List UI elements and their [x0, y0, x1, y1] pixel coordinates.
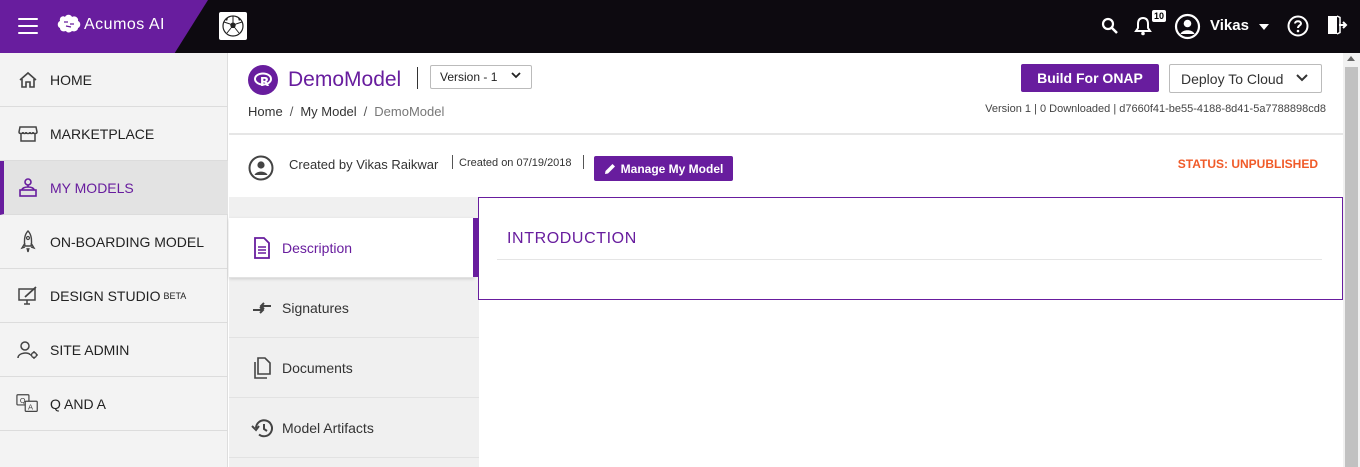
brain-logo-icon [57, 14, 81, 33]
breadcrumb: Home / My Model / DemoModel [248, 104, 445, 119]
created-by: Created by Vikas Raikwar [289, 157, 439, 172]
sidebar-item-home[interactable]: HOME [0, 53, 228, 107]
description-panel: INTRODUCTION [478, 197, 1343, 300]
admin-icon [16, 338, 40, 362]
title-divider [417, 67, 418, 89]
svg-text:R: R [260, 75, 269, 89]
build-for-onap-button[interactable]: Build For ONAP [1021, 64, 1159, 92]
model-meta: Version 1 | 0 Downloaded | d7660f41-be55… [985, 103, 1326, 115]
scroll-up-arrow-icon[interactable] [1347, 56, 1355, 61]
chevron-down-icon [511, 69, 521, 83]
document-icon [251, 236, 273, 259]
documents-icon [251, 356, 273, 379]
sidebar-item-label: MY MODELS [50, 179, 134, 196]
version-selected-label: Version - 1 [440, 70, 498, 84]
r-logo-icon: R [248, 65, 278, 95]
tab-model-artifacts[interactable]: Model Artifacts [229, 398, 479, 458]
page-title: DemoModel [288, 68, 402, 91]
tab-label: Documents [282, 359, 353, 376]
notification-badge: 10 [1152, 10, 1167, 22]
breadcrumb-my-model[interactable]: My Model [300, 104, 356, 119]
section-divider [497, 259, 1322, 260]
user-name[interactable]: Vikas [1210, 17, 1249, 34]
models-icon [16, 176, 40, 200]
store-icon [16, 122, 40, 146]
scroll-thumb[interactable] [1345, 67, 1358, 467]
tab-label: Model Artifacts [282, 419, 374, 436]
sidebar-item-marketplace[interactable]: MARKETPLACE [0, 107, 228, 161]
breadcrumb-current: DemoModel [374, 104, 445, 119]
sidebar-item-label: MARKETPLACE [50, 125, 155, 142]
manage-my-model-button[interactable]: Manage My Model [594, 156, 733, 181]
beta-badge: BETA [163, 290, 187, 301]
pencil-icon [604, 163, 615, 174]
history-icon [251, 418, 273, 438]
sidebar-item-label: HOME [50, 71, 92, 88]
created-row: Created by Vikas Raikwar Created on 07/1… [229, 137, 1343, 197]
divider [452, 155, 453, 169]
page-scrollbar[interactable] [1343, 53, 1360, 467]
tab-description[interactable]: Description [229, 218, 474, 278]
tab-label: Description [282, 239, 353, 256]
menu-icon[interactable] [18, 18, 38, 34]
version-select[interactable]: Version - 1 [430, 65, 532, 89]
chevron-down-icon [1295, 71, 1309, 88]
sidebar-item-on-boarding-model[interactable]: ON-BOARDING MODEL [0, 215, 228, 269]
signature-icon [251, 301, 273, 315]
deploy-label: Deploy To Cloud [1181, 71, 1284, 87]
user-icon[interactable] [1174, 13, 1201, 40]
tab-documents[interactable]: Documents [229, 338, 479, 398]
detail-tabs: Description Signatures Documents Model A… [229, 197, 479, 467]
bell-icon[interactable] [1134, 16, 1152, 36]
user-circle-icon [248, 155, 274, 181]
top-bar: Acumos AI 10 Vikas [0, 0, 1360, 53]
sidebar-item-label: Q AND A [50, 395, 107, 412]
brand-name: Acumos AI [84, 16, 165, 33]
manage-label: Manage My Model [620, 161, 724, 176]
home-icon [16, 68, 40, 92]
qa-icon: QA [16, 392, 40, 416]
breadcrumb-home[interactable]: Home [248, 104, 283, 119]
help-icon[interactable] [1287, 15, 1309, 37]
svg-text:A: A [28, 402, 33, 411]
logout-icon[interactable] [1326, 14, 1348, 36]
design-icon [16, 284, 40, 308]
sidebar-item-label: ON-BOARDING MODEL [50, 233, 205, 250]
sidebar-item-design-studio[interactable]: DESIGN STUDIO BETA [0, 269, 228, 323]
deploy-to-cloud-dropdown[interactable]: Deploy To Cloud [1169, 64, 1322, 93]
soccer-ball-icon[interactable] [219, 12, 247, 40]
sidebar: HOME MARKETPLACE MY MODELS ON-BOARDING M… [0, 53, 228, 467]
sidebar-item-label: DESIGN STUDIO [50, 287, 161, 304]
sidebar-item-label: SITE ADMIN [50, 341, 130, 358]
divider [583, 155, 584, 169]
rocket-icon [16, 229, 40, 254]
sidebar-item-q-and-a[interactable]: QA Q AND A [0, 377, 228, 431]
sidebar-item-my-models[interactable]: MY MODELS [0, 161, 228, 215]
search-icon[interactable] [1101, 17, 1119, 35]
model-header: R DemoModel Version - 1 Home / My Model / De… [229, 53, 1343, 135]
caret-down-icon[interactable] [1258, 23, 1270, 31]
section-title: INTRODUCTION [507, 230, 637, 247]
tab-signatures[interactable]: Signatures [229, 278, 479, 338]
created-on: Created on 07/19/2018 [459, 157, 572, 169]
tab-label: Signatures [282, 299, 349, 316]
status-badge: STATUS: UNPUBLISHED [1177, 157, 1318, 171]
sidebar-item-site-admin[interactable]: SITE ADMIN [0, 323, 228, 377]
